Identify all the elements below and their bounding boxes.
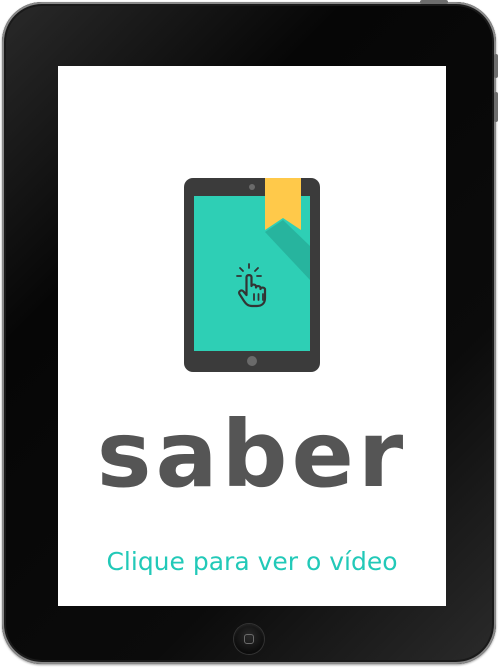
- brand-word: saber: [96, 401, 408, 508]
- tablet-home-button: [247, 356, 257, 366]
- side-button: [494, 92, 498, 122]
- watch-video-link[interactable]: Clique para ver o vídeo: [58, 546, 446, 578]
- camera-dot: [249, 184, 255, 190]
- tablet-device-frame: saber Clique para ver o vídeo: [2, 0, 498, 664]
- volume-button: [494, 54, 498, 78]
- home-button[interactable]: [234, 624, 264, 654]
- device-screen[interactable]: saber Clique para ver o vídeo: [58, 66, 446, 606]
- home-square-icon: [244, 634, 254, 644]
- tablet-illustration[interactable]: [184, 178, 320, 372]
- power-button: [420, 0, 448, 4]
